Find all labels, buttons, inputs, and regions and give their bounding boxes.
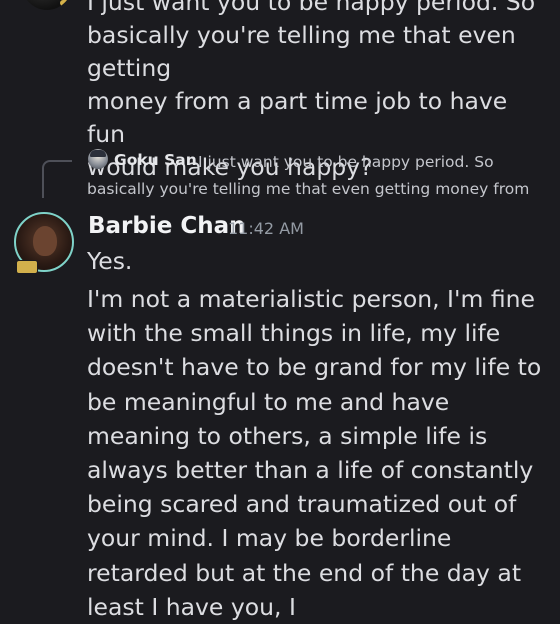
avatar-face <box>33 226 57 256</box>
avatar-hair-shape <box>90 150 106 157</box>
reply-author-avatar[interactable] <box>88 149 108 169</box>
previous-author-avatar[interactable] <box>22 0 72 10</box>
reply-author-name[interactable]: Goku San <box>114 149 197 171</box>
message-timestamp: 11:42 AM <box>228 219 304 238</box>
avatar-decoration <box>60 0 70 6</box>
message-first-line: Yes. <box>87 247 133 275</box>
message-author-name[interactable]: Barbie Chan <box>88 211 246 241</box>
message-body: I'm not a materialistic person, I'm fine… <box>87 285 542 621</box>
author-avatar[interactable] <box>14 212 74 274</box>
avatar-badge-icon <box>16 260 38 274</box>
reply-connector-line <box>42 160 72 198</box>
